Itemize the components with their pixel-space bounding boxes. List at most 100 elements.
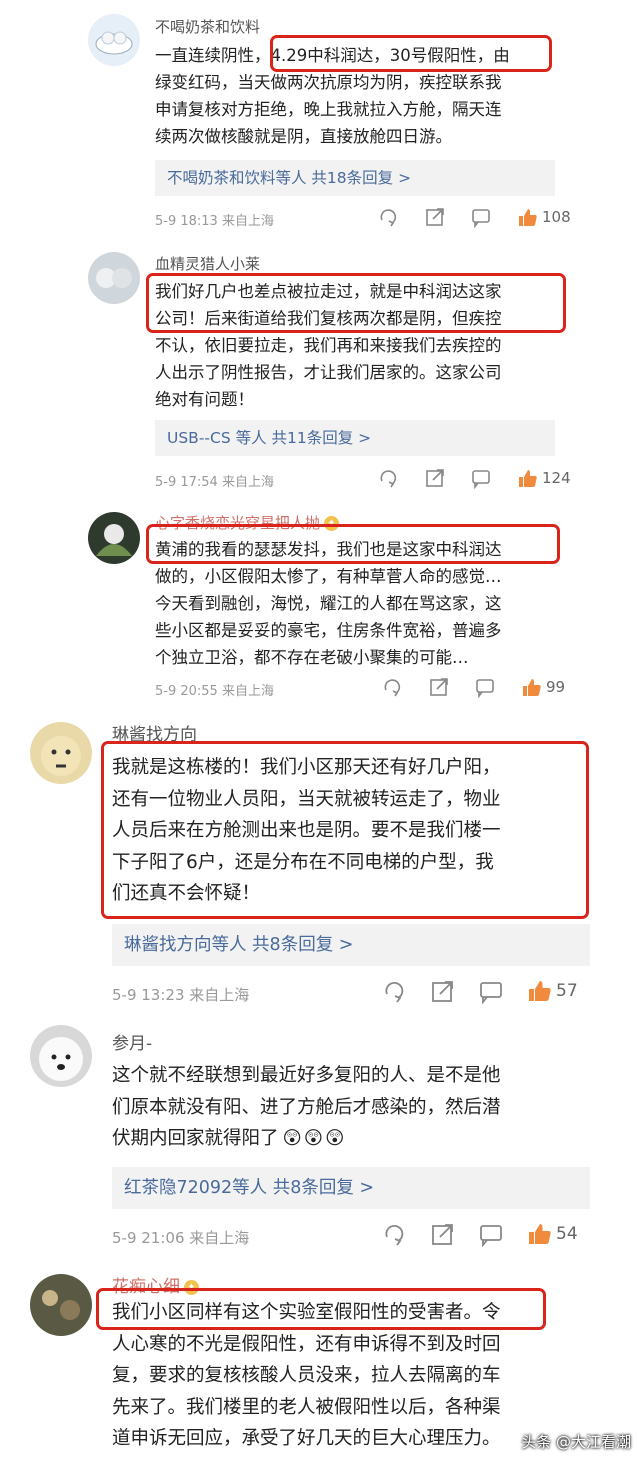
thumbs-up-icon [529,981,551,1001]
vip-badge-icon: ✦ [324,516,340,531]
username-text: 心字香烧恋光穿星把人抛 [155,514,321,532]
repost-icon[interactable] [382,1221,408,1247]
comment-4: 琳酱找方向 我就是这栋楼的！我们小区那天还有好几户阳， 还有一位物业人员阳，当天… [0,710,637,1015]
comment-meta: 5-9 17:54 来自上海 [155,475,274,490]
share-icon[interactable] [430,978,456,1004]
share-icon[interactable] [430,1221,456,1247]
avatar[interactable] [88,252,140,304]
comment-line: 公司！后来街道给我们复核两次都是阴，但疾控 [155,309,502,328]
comment-line: 们原本就没有阳、进了方舱后才感染的，然后潜 [112,1096,501,1118]
thumbs-up-icon [519,209,537,226]
comment-line: 做的，小区假阳太惨了，有种草菅人命的感觉… [155,567,502,586]
username[interactable]: 花痴心细 ✦ [112,1272,199,1297]
thumbs-up-icon [519,470,537,487]
comment-1: 不喝奶茶和饮料 一直连续阴性，4.29中科润达，30号假阳性，由 绿变红码，当天… [0,0,637,240]
comment-icon[interactable] [470,206,492,229]
like-count: 57 [556,981,578,1001]
comment-actions: 124 [378,467,571,490]
comment-line: 一直连续阴性，4.29中科润达，30号假阳性，由 [155,46,510,65]
comment-line: 黄浦的我看的瑟瑟发抖，我们也是这家中科润达 [155,540,502,559]
comment-line: 人员后来在方舱测出来也是阴。要不是我们楼一 [112,820,501,841]
comment-text: 我就是这栋楼的！我们小区那天还有好几户阳， 还有一位物业人员阳，当天就被转运走了… [112,752,501,910]
avatar[interactable] [30,1025,92,1087]
comment-line: 人出示了阴性报告，才让我们居家的。这家公司 [155,363,502,382]
comment-5: 参月- 这个就不经联想到最近好多复阳的人、是不是他 们原本就没有阳、进了方舱后才… [0,1015,637,1260]
like-button[interactable]: 124 [516,467,571,489]
share-icon[interactable] [424,467,446,489]
comment-line: 下子阳了6户，还是分布在不同电梯的户型，我 [112,851,494,873]
reply-summary[interactable]: 不喝奶茶和饮料等人 共18条回复 > [155,160,555,196]
username[interactable]: 心字香烧恋光穿星把人抛 ✦ [155,512,340,533]
reply-summary[interactable]: 红茶隐72092等人 共8条回复 > [112,1167,590,1209]
watermark: 头条 @大江看潮 [521,1433,631,1451]
reply-summary[interactable]: USB--CS 等人 共11条回复 > [155,420,555,456]
comment-meta: 5-9 21:06 来自上海 [112,1229,250,1247]
comment-line: 不认，依旧要拉走，我们再和来接我们去疾控的 [155,336,502,355]
comment-actions: 54 [382,1221,578,1248]
comment-line: 绝对有问题！ [155,390,254,409]
comment-meta: 5-9 18:13 来自上海 [155,214,274,229]
comment-line: 人心寒的不光是假阳性，还有申诉得不到及时回 [112,1333,501,1355]
comment-line: 我们小区同样有这个实验室假阳性的受害者。令 [112,1302,501,1323]
share-icon[interactable] [424,206,446,228]
comment-line: 们还真不会怀疑！ [112,883,261,904]
like-count: 99 [546,678,566,696]
thumbs-up-icon [523,679,541,696]
like-button[interactable]: 99 [520,676,565,698]
comment-actions: 99 [382,676,565,699]
surprised-emoji-icon: 😲😲😲 [282,1128,347,1149]
avatar[interactable] [88,14,140,66]
repost-icon[interactable] [378,206,400,228]
comment-line: 这个就不经联想到最近好多复阳的人、是不是他 [112,1065,501,1086]
comment-text: 我们好几户也差点被拉走过，就是中科润达这家 公司！后来街道给我们复核两次都是阴，… [155,278,502,413]
comment-icon[interactable] [478,978,504,1005]
repost-icon[interactable] [378,467,400,489]
like-button[interactable]: 57 [526,978,578,1004]
comment-2: 血精灵猎人小莱 我们好几户也差点被拉走过，就是中科润达这家 公司！后来街道给我们… [0,240,637,500]
comment-text: 这个就不经联想到最近好多复阳的人、是不是他 们原本就没有阳、进了方舱后才感染的，… [112,1060,501,1155]
username[interactable]: 不喝奶茶和饮料 [155,16,260,37]
reply-summary[interactable]: 琳酱找方向等人 共8条回复 > [112,924,590,966]
vip-badge-icon: ✦ [184,1279,199,1295]
comment-line: 申请复核对方拒绝，晚上我就拉入方舱，隔天连 [155,100,502,119]
comment-line: 我就是这栋楼的！我们小区那天还有好几户阳， [112,757,501,778]
repost-icon[interactable] [382,676,404,698]
comment-text: 黄浦的我看的瑟瑟发抖，我们也是这家中科润达 做的，小区假阳太惨了，有种草菅人命的… [155,536,502,671]
comment-icon[interactable] [474,676,496,699]
comment-line: 绿变红码，当天做两次抗原均为阴，疾控联系我 [155,73,502,92]
like-button[interactable]: 54 [526,1221,578,1247]
comment-actions: 108 [378,206,571,229]
share-icon[interactable] [428,676,450,698]
comment-icon[interactable] [478,1221,504,1248]
comment-meta: 5-9 20:55 来自上海 [155,684,274,699]
comment-icon[interactable] [470,467,492,490]
repost-icon[interactable] [382,978,408,1004]
comment-line-text: 伏期内回家就得阳了 [112,1128,279,1149]
like-count: 124 [542,469,571,487]
like-count: 54 [556,1224,578,1244]
comment-line: 个独立卫浴，都不存在老破小聚集的可能… [155,648,469,667]
like-button[interactable]: 108 [516,206,571,228]
username[interactable]: 参月- [112,1029,152,1054]
comment-line: 先来了。我们楼里的老人被假阳性以后，各种渠 [112,1396,501,1418]
username[interactable]: 琳酱找方向 [112,720,197,745]
comment-line: 还有一位物业人员阳，当天就被转运走了，物业 [112,788,501,810]
comment-line: 续两次做核酸就是阴，直接放舱四日游。 [155,127,452,146]
thumbs-up-icon [529,1224,551,1244]
comment-3: 心字香烧恋光穿星把人抛 ✦ 黄浦的我看的瑟瑟发抖，我们也是这家中科润达 做的，小区… [0,500,637,710]
username-text: 花痴心细 [112,1277,180,1297]
comment-line: 伏期内回家就得阳了 😲😲😲 [112,1123,501,1155]
like-count: 108 [542,208,571,226]
avatar[interactable] [88,512,140,564]
avatar[interactable] [30,722,92,784]
comment-text: 一直连续阴性，4.29中科润达，30号假阳性，由 绿变红码，当天做两次抗原均为阴… [155,42,510,150]
comment-line: 我们好几户也差点被拉走过，就是中科润达这家 [155,282,502,301]
comment-line: 今天看到融创，海悦，耀江的人都在骂这家，这 [155,594,502,613]
comment-actions: 57 [382,978,578,1005]
comment-text: 我们小区同样有这个实验室假阳性的受害者。令 人心寒的不光是假阳性，还有申诉得不到… [112,1297,501,1455]
username[interactable]: 血精灵猎人小莱 [155,253,260,274]
comment-meta: 5-9 13:23 来自上海 [112,986,250,1004]
comment-line: 道申诉无回应，承受了好几天的巨大心理压力。 [112,1428,501,1449]
avatar[interactable] [30,1274,92,1336]
comment-line: 些小区都是妥妥的豪宅，住房条件宽裕，普遍多 [155,621,502,640]
